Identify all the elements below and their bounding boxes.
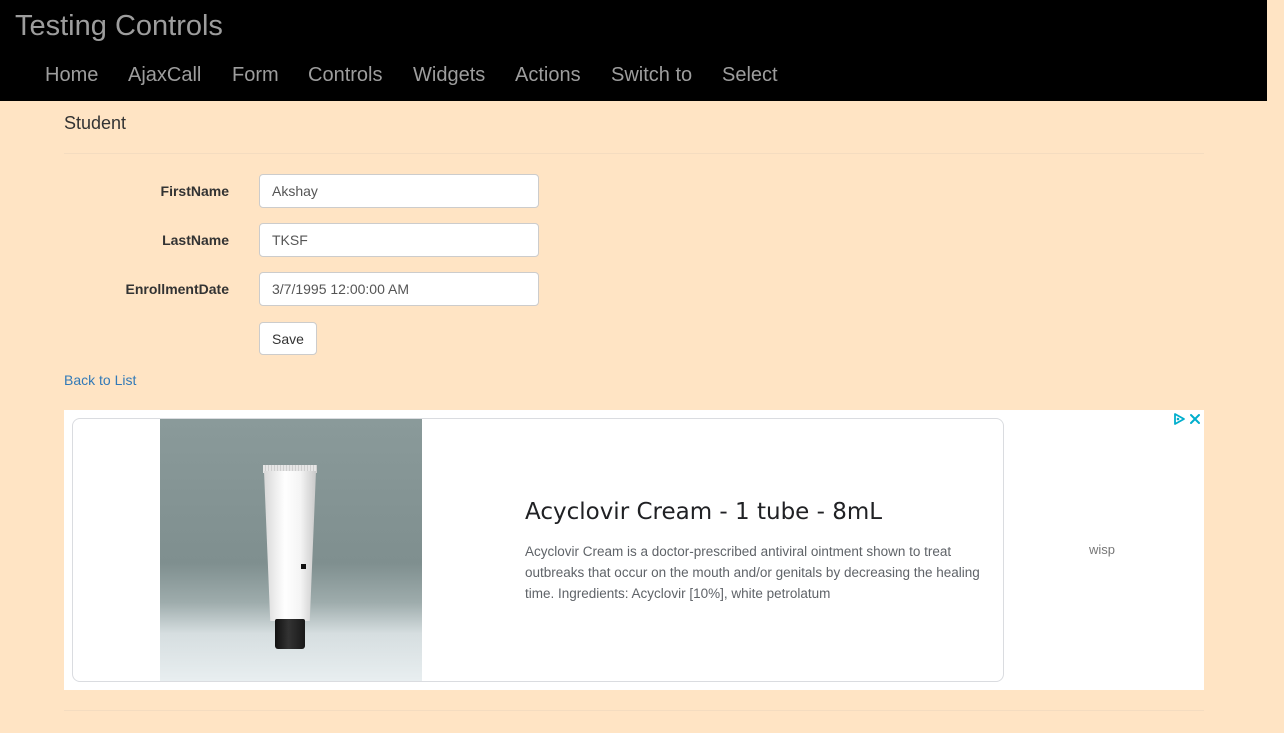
- nav-item-form[interactable]: Form: [232, 63, 279, 87]
- nav-item-home[interactable]: Home: [45, 63, 98, 87]
- ad-banner: Acyclovir Cream - 1 tube - 8mL Acyclovir…: [64, 410, 1204, 690]
- footer-divider: [64, 710, 1204, 711]
- lastname-label: LastName: [162, 232, 229, 248]
- ad-advertiser[interactable]: wisp: [1089, 542, 1115, 557]
- tube-cap: [275, 619, 305, 649]
- close-icon[interactable]: [1188, 412, 1202, 426]
- nav-item-switch-to[interactable]: Switch to: [611, 63, 692, 87]
- nav-item-ajaxcall[interactable]: AjaxCall: [128, 63, 201, 87]
- ad-card[interactable]: Acyclovir Cream - 1 tube - 8mL Acyclovir…: [72, 418, 1004, 682]
- page-title: Student: [64, 113, 127, 133]
- divider: [64, 153, 1204, 154]
- firstname-input[interactable]: [259, 174, 539, 208]
- enrollmentdate-label: EnrollmentDate: [125, 281, 229, 297]
- navbar: Testing Controls Home AjaxCall Form Cont…: [0, 0, 1267, 101]
- save-button[interactable]: Save: [259, 322, 317, 355]
- adchoices-icon[interactable]: [1172, 412, 1186, 426]
- nav-item-select[interactable]: Select: [722, 63, 778, 87]
- ad-product-image[interactable]: [160, 419, 422, 681]
- nav-item-widgets[interactable]: Widgets: [413, 63, 485, 87]
- enrollmentdate-input[interactable]: [259, 272, 539, 306]
- back-to-list-link[interactable]: Back to List: [64, 371, 136, 389]
- ad-title[interactable]: Acyclovir Cream - 1 tube - 8mL: [525, 497, 882, 527]
- nav-item-actions[interactable]: Actions: [515, 63, 581, 87]
- lastname-input[interactable]: [259, 223, 539, 257]
- firstname-label: FirstName: [160, 183, 229, 199]
- tube-dot: [301, 564, 306, 569]
- tube-body: [264, 471, 316, 621]
- nav-item-controls[interactable]: Controls: [308, 63, 382, 87]
- brand-title[interactable]: Testing Controls: [15, 8, 223, 44]
- ad-description: Acyclovir Cream is a doctor-prescribed a…: [525, 544, 980, 601]
